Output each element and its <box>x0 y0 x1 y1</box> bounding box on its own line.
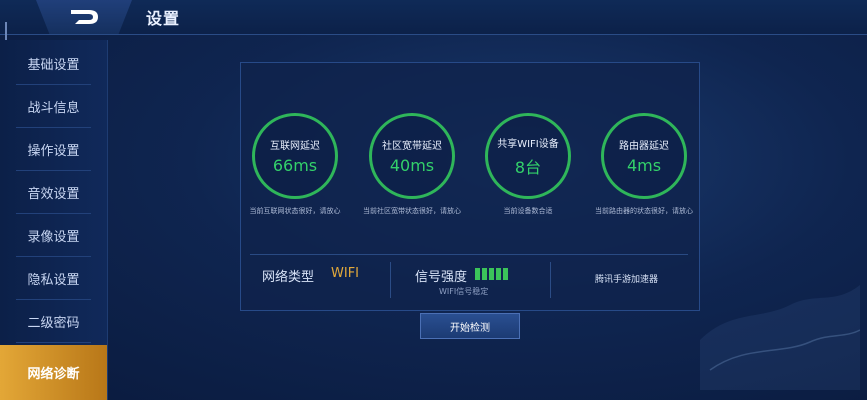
sidebar-item-label: 隐私设置 <box>27 273 80 288</box>
shared-wifi-devices-gauge: 共享WIFI设备 8台 <box>485 113 571 199</box>
sidebar-item-secondary-password[interactable]: 二级密码 <box>0 300 107 343</box>
sidebar-item-network-diagnosis[interactable]: 网络诊断 <box>0 345 107 400</box>
gauge-label: 社区宽带延迟 <box>382 141 442 152</box>
gauge-note: 当前互联网状态很好，请放心 <box>249 207 341 215</box>
signal-strength-label: 信号强度 <box>415 270 468 285</box>
page-title: 设置 <box>146 9 181 28</box>
network-type-label: 网络类型 <box>262 270 315 285</box>
sidebar-item-label: 操作设置 <box>27 144 80 159</box>
signal-note: WIFI信号稳定 <box>439 287 489 296</box>
divider <box>390 262 391 298</box>
sidebar-item-basic[interactable]: 基础设置 <box>0 42 107 85</box>
gauge-note: 当前路由器的状态很好，请放心 <box>595 207 693 215</box>
back-button[interactable] <box>36 0 132 34</box>
start-detection-button[interactable]: 开始检测 <box>420 313 520 339</box>
back-arrow-icon <box>71 10 98 24</box>
signal-bar <box>482 268 487 280</box>
signal-bar <box>496 268 501 280</box>
sidebar-item-label: 网络诊断 <box>27 367 80 382</box>
sidebar-item-label: 录像设置 <box>27 230 80 245</box>
gauge-note: 当前社区宽带状态很好，请放心 <box>363 207 461 215</box>
divider <box>550 262 551 298</box>
sidebar-item-audio[interactable]: 音效设置 <box>0 171 107 214</box>
gauge-label: 共享WIFI设备 <box>497 138 559 150</box>
sidebar: 基础设置 战斗信息 操作设置 音效设置 录像设置 隐私设置 二级密码 网络诊断 <box>0 40 108 400</box>
sidebar-item-label: 基础设置 <box>27 58 80 73</box>
sidebar-item-controls[interactable]: 操作设置 <box>0 128 107 171</box>
router-latency-gauge: 路由器延迟 4ms <box>601 113 687 199</box>
sidebar-item-replay[interactable]: 录像设置 <box>0 214 107 257</box>
internet-latency-gauge: 互联网延迟 66ms <box>252 113 338 199</box>
top-bar: 设置 <box>0 0 867 35</box>
signal-strength-bars <box>475 268 508 280</box>
accelerator-link[interactable]: 腾讯手游加速器 <box>595 272 658 285</box>
community-broadband-gauge: 社区宽带延迟 40ms <box>369 113 455 199</box>
gauge-note: 当前设备数合适 <box>503 207 553 215</box>
sidebar-item-label: 音效设置 <box>27 187 80 202</box>
gauge-value: 66ms <box>272 156 318 175</box>
network-type-value: WIFI <box>331 266 359 281</box>
gauge-value: 4ms <box>626 156 662 175</box>
gauge-value: 40ms <box>389 156 435 175</box>
gauge-value: 8台 <box>514 157 542 177</box>
decorative-wave <box>700 285 860 390</box>
sidebar-item-battle-info[interactable]: 战斗信息 <box>0 85 107 128</box>
signal-bar <box>489 268 494 280</box>
gauge-label: 互联网延迟 <box>270 141 320 152</box>
signal-bar <box>503 268 508 280</box>
divider <box>250 254 688 255</box>
sidebar-item-label: 二级密码 <box>27 316 80 331</box>
sidebar-item-privacy[interactable]: 隐私设置 <box>0 257 107 300</box>
signal-bar <box>475 268 480 280</box>
gauge-label: 路由器延迟 <box>619 141 669 152</box>
sidebar-item-label: 战斗信息 <box>27 101 80 116</box>
